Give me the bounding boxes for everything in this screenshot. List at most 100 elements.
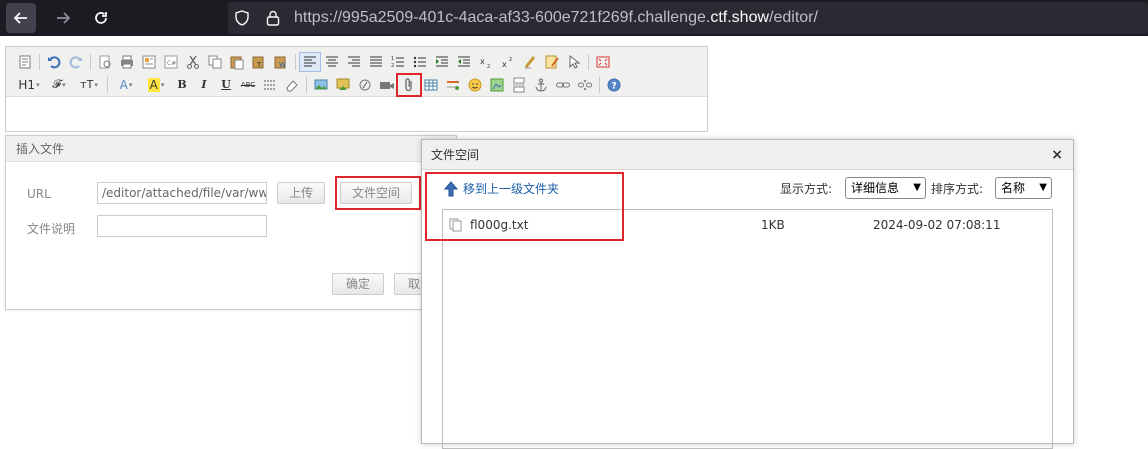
font-size-icon: тT xyxy=(80,78,94,91)
print-icon[interactable] xyxy=(116,52,138,72)
subscript-icon[interactable]: x2 xyxy=(475,52,497,72)
insert-file-dialog-title: 插入文件 xyxy=(6,136,456,162)
description-input[interactable] xyxy=(97,215,267,237)
source-icon[interactable] xyxy=(14,52,36,72)
redo-icon[interactable] xyxy=(65,52,87,72)
underline-button[interactable]: U xyxy=(215,75,237,95)
baidu-map-icon[interactable] xyxy=(486,75,508,95)
pagebreak-icon[interactable] xyxy=(508,75,530,95)
sort-mode-select[interactable]: 名称 ▼ xyxy=(995,177,1052,199)
underline-icon: U xyxy=(221,78,231,91)
outdent-icon[interactable] xyxy=(453,52,475,72)
toolbar-row-2: H1 ▾ 𝓕 ▾ тT ▾ A ▾ A ▾ B I U ABC ? xyxy=(14,72,703,97)
insert-file-icon[interactable] xyxy=(396,72,422,97)
clear-format-icon[interactable] xyxy=(519,52,541,72)
multi-image-icon[interactable] xyxy=(332,75,354,95)
view-mode-label: 显示方式: xyxy=(780,182,833,196)
code-icon[interactable]: C# xyxy=(160,52,182,72)
confirm-button[interactable]: 确定 xyxy=(332,273,384,295)
paste-word-icon[interactable]: W xyxy=(270,52,292,72)
align-right-icon[interactable] xyxy=(343,52,365,72)
strikethrough-button[interactable]: ABC xyxy=(237,75,259,95)
eraser-icon[interactable] xyxy=(281,75,303,95)
copy-icon[interactable] xyxy=(204,52,226,72)
forward-button[interactable] xyxy=(48,3,78,33)
table-icon[interactable] xyxy=(420,75,442,95)
heading-dropdown[interactable]: H1 ▾ xyxy=(14,75,44,95)
cut-icon[interactable] xyxy=(182,52,204,72)
justify-icon[interactable] xyxy=(365,52,387,72)
horizontal-rule-icon[interactable] xyxy=(442,75,464,95)
font-size-dropdown[interactable]: тT ▾ xyxy=(74,75,104,95)
toolbar-divider xyxy=(90,53,91,70)
editor-toolbar: C# T W 12 x2 x2 H1 ▾ 𝓕 ▾ тT ▾ A ▾ A ▾ B … xyxy=(6,47,707,97)
upload-button[interactable]: 上传 xyxy=(277,182,325,204)
svg-text:W: W xyxy=(279,61,286,69)
unordered-list-icon[interactable] xyxy=(409,52,431,72)
fullscreen-icon[interactable] xyxy=(592,52,614,72)
address-bar[interactable]: https://995a2509-401c-4aca-af33-600e721f… xyxy=(228,2,1148,34)
chevron-down-icon: ▼ xyxy=(913,182,921,193)
strikethrough-icon: ABC xyxy=(240,80,256,89)
rich-text-editor: C# T W 12 x2 x2 H1 ▾ 𝓕 ▾ тT ▾ A ▾ A ▾ B … xyxy=(5,46,708,132)
sort-mode-value: 名称 xyxy=(1001,181,1026,195)
arrow-left-icon xyxy=(13,12,27,24)
ordered-list-icon[interactable]: 12 xyxy=(387,52,409,72)
shield-icon[interactable] xyxy=(234,10,250,26)
undo-icon[interactable] xyxy=(43,52,65,72)
highlight-color-icon: A xyxy=(147,77,160,92)
url-input[interactable]: /editor/attached/file/var/www/html/ xyxy=(97,182,267,204)
close-icon[interactable]: × xyxy=(1051,140,1063,170)
highlight-box xyxy=(425,172,624,241)
heading-label: H1 xyxy=(18,77,36,92)
bold-button[interactable]: B xyxy=(171,75,193,95)
font-color-dropdown[interactable]: A ▾ xyxy=(111,75,141,95)
url-text[interactable]: https://995a2509-401c-4aca-af33-600e721f… xyxy=(294,9,818,27)
file-space-dialog-title: 文件空间 xyxy=(431,148,480,162)
quick-format-icon[interactable] xyxy=(541,52,563,72)
svg-text:1: 1 xyxy=(391,56,394,62)
reload-button[interactable] xyxy=(86,3,116,33)
line-height-icon[interactable] xyxy=(259,75,281,95)
file-space-dialog: 文件空间 × 移到上一级文件夹 显示方式: 详细信息 ▼ 排序方式: 名称 ▼ … xyxy=(421,139,1074,449)
flash-icon[interactable] xyxy=(354,75,376,95)
reload-icon xyxy=(95,12,107,24)
italic-button[interactable]: I xyxy=(193,75,215,95)
emoticon-icon[interactable] xyxy=(464,75,486,95)
file-space-dialog-header: 文件空间 × xyxy=(422,140,1073,170)
lock-icon[interactable] xyxy=(266,10,280,26)
highlight-color-dropdown[interactable]: A ▾ xyxy=(141,75,171,95)
media-icon[interactable] xyxy=(376,75,398,95)
select-all-icon[interactable] xyxy=(563,52,585,72)
help-icon[interactable]: ? xyxy=(603,75,625,95)
paste-icon[interactable] xyxy=(226,52,248,72)
bold-icon: B xyxy=(177,78,187,91)
preview-icon[interactable] xyxy=(94,52,116,72)
superscript-icon[interactable]: x2 xyxy=(497,52,519,72)
insert-file-dialog: 插入文件 URL /editor/attached/file/var/www/h… xyxy=(5,135,457,310)
paste-text-icon[interactable]: T xyxy=(248,52,270,72)
description-label: 文件说明 xyxy=(27,222,76,236)
align-left-icon[interactable] xyxy=(299,51,321,72)
view-mode-select[interactable]: 详细信息 ▼ xyxy=(845,177,926,199)
url-prefix: https://995a2509-401c-4aca-af33-600e721f… xyxy=(294,9,711,26)
sort-mode-label: 排序方式: xyxy=(931,182,984,196)
view-mode-value: 详细信息 xyxy=(851,181,900,195)
svg-text:?: ? xyxy=(612,81,617,91)
chevron-down-icon: ▼ xyxy=(1039,182,1047,193)
indent-icon[interactable] xyxy=(431,52,453,72)
url-host: ctf.show xyxy=(710,9,770,26)
arrow-right-icon xyxy=(57,12,71,24)
svg-text:C#: C# xyxy=(167,60,176,67)
back-button[interactable] xyxy=(6,3,36,33)
toolbar-divider xyxy=(39,53,40,70)
unlink-icon[interactable] xyxy=(574,75,596,95)
url-label: URL xyxy=(27,187,51,201)
file-date: 2024-09-02 07:08:11 xyxy=(873,218,1001,232)
image-icon[interactable] xyxy=(310,75,332,95)
link-icon[interactable] xyxy=(552,75,574,95)
font-family-dropdown[interactable]: 𝓕 ▾ xyxy=(44,75,74,95)
align-center-icon[interactable] xyxy=(321,52,343,72)
anchor-icon[interactable] xyxy=(530,75,552,95)
template-icon[interactable] xyxy=(138,52,160,72)
